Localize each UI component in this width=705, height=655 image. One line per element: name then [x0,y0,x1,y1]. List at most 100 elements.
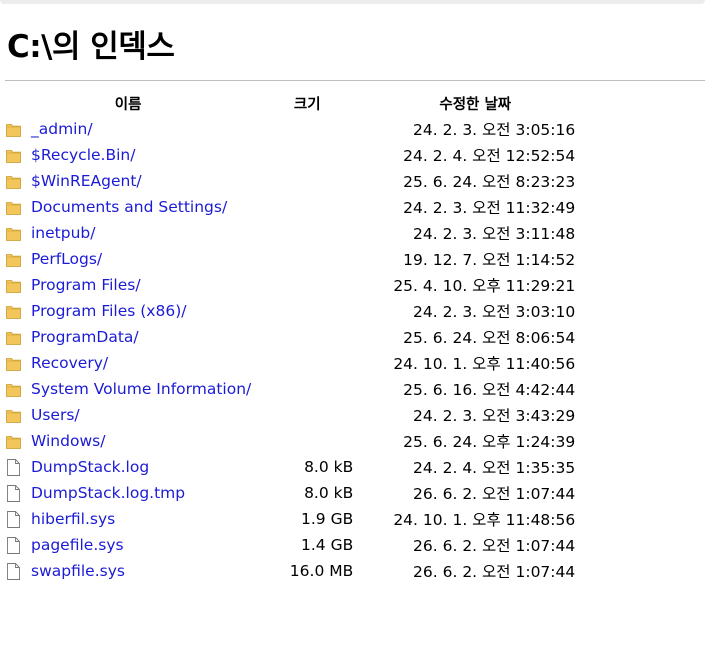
name-cell: Program Files (x86)/ [5,298,251,324]
name-cell: $WinREAgent/ [5,168,251,194]
entry-link[interactable]: ProgramData/ [31,328,139,346]
entry-link[interactable]: Users/ [31,406,80,424]
name-cell: DumpStack.log.tmp [5,480,251,506]
table-row: PerfLogs/19. 12. 7. 오전 1:14:52 [5,246,575,272]
table-row: inetpub/24. 2. 3. 오전 3:11:48 [5,220,575,246]
size-cell [251,246,353,272]
date-cell: 24. 2. 3. 오전 3:05:16 [413,121,576,139]
folder-icon [6,277,21,294]
name-cell-content: $WinREAgent/ [5,172,251,190]
entry-link[interactable]: DumpStack.log.tmp [31,484,185,502]
size-cell [251,376,353,402]
size-cell: 16.0 MB [289,562,354,580]
entry-link[interactable]: $WinREAgent/ [31,172,142,190]
size-cell [251,142,353,168]
name-cell-content: System Volume Information/ [5,380,251,398]
size-cell [251,168,353,194]
name-cell-content: pagefile.sys [5,536,251,554]
name-cell: hiberfil.sys [5,506,251,532]
date-cell: 25. 4. 10. 오후 11:29:21 [393,277,576,295]
date-cell: 24. 10. 1. 오후 11:48:56 [393,511,576,529]
name-cell-content: swapfile.sys [5,562,251,580]
name-cell-content: Program Files (x86)/ [5,302,251,320]
folder-icon [6,121,21,138]
date-cell: 26. 6. 2. 오전 1:07:44 [413,537,576,555]
directory-listing: 이름 크기 수정한 날짜 _admin/24. 2. 3. 오전 3:05:16… [5,90,575,584]
entry-link[interactable]: inetpub/ [31,224,95,242]
name-cell: pagefile.sys [5,532,251,558]
size-cell [251,428,353,454]
folder-icon [6,251,21,268]
size-cell [251,350,353,376]
entry-link[interactable]: pagefile.sys [31,536,124,554]
file-icon [6,484,21,502]
name-cell-content: PerfLogs/ [5,250,251,268]
table-row: Documents and Settings/24. 2. 3. 오전 11:3… [5,194,575,220]
entry-link[interactable]: System Volume Information/ [31,380,251,398]
date-cell: 24. 2. 3. 오전 3:11:48 [413,225,576,243]
name-cell-content: _admin/ [5,120,251,138]
name-cell-content: ProgramData/ [5,328,251,346]
entry-link[interactable]: _admin/ [31,120,93,138]
table-row: Program Files (x86)/ 24. 2. 3. 오전 3:03:10 [5,298,575,324]
name-cell: Program Files/ [5,272,251,298]
folder-icon [6,199,21,216]
table-row: hiberfil.sys 1.9 GB 24. 10. 1. 오후 11:48:56 [5,506,575,532]
column-header-date[interactable]: 수정한 날짜 [353,90,575,116]
name-cell: Recovery/ [5,350,251,376]
name-cell: ProgramData/ [5,324,251,350]
entry-link[interactable]: PerfLogs/ [31,250,102,268]
name-cell: DumpStack.log [5,454,251,480]
table-row: swapfile.sys 16.0 MB 26. 6. 2. 오전 1:07:44 [5,558,575,584]
name-cell-content: Program Files/ [5,276,251,294]
table-row: _admin/24. 2. 3. 오전 3:05:16 [5,116,575,142]
folder-icon [6,433,21,450]
entry-link[interactable]: Recovery/ [31,354,108,372]
entry-link[interactable]: Program Files (x86)/ [31,302,186,320]
table-row: System Volume Information/25. 6. 16. 오전 … [5,376,575,402]
file-icon [6,536,21,554]
date-cell: 25. 6. 24. 오전 8:23:23 [403,173,576,191]
entry-link[interactable]: $Recycle.Bin/ [31,146,135,164]
file-icon [6,562,21,580]
size-cell [251,194,353,220]
name-cell-content: $Recycle.Bin/ [5,146,251,164]
folder-icon [6,407,21,424]
date-cell: 24. 2. 4. 오전 1:35:35 [413,459,576,477]
entry-link[interactable]: DumpStack.log [31,458,149,476]
table-row: Recovery/24. 10. 1. 오후 11:40:56 [5,350,575,376]
table-row: Users/24. 2. 3. 오전 3:43:29 [5,402,575,428]
date-cell: 24. 2. 3. 오전 3:43:29 [413,407,576,425]
name-cell-content: DumpStack.log [5,458,251,476]
column-header-size[interactable]: 크기 [251,90,353,116]
size-cell: 8.0 kB [304,458,354,476]
entry-link[interactable]: hiberfil.sys [31,510,115,528]
column-header-name[interactable]: 이름 [5,90,251,116]
size-cell [251,220,353,246]
table-row: DumpStack.log 8.0 kB 24. 2. 4. 오전 1:35:35 [5,454,575,480]
title-divider [5,80,705,81]
size-cell: 1.4 GB [301,536,354,554]
size-cell [251,116,353,142]
table-row: Program Files/25. 4. 10. 오후 11:29:21 [5,272,575,298]
name-cell: Windows/ [5,428,251,454]
header-row: 이름 크기 수정한 날짜 [5,90,575,116]
table-row: ProgramData/25. 6. 24. 오전 8:06:54 [5,324,575,350]
file-icon [6,458,21,476]
folder-icon [6,225,21,242]
entry-link[interactable]: swapfile.sys [31,562,125,580]
size-cell [251,298,353,324]
date-cell: 24. 2. 3. 오전 3:03:10 [413,303,576,321]
entry-link[interactable]: Documents and Settings/ [31,198,227,216]
name-cell-content: DumpStack.log.tmp [5,484,251,502]
name-cell: Users/ [5,402,251,428]
folder-icon [6,381,21,398]
table-row: Windows/25. 6. 24. 오후 1:24:39 [5,428,575,454]
name-cell: inetpub/ [5,220,251,246]
folder-icon [6,303,21,320]
table-row: $WinREAgent/25. 6. 24. 오전 8:23:23 [5,168,575,194]
name-cell: PerfLogs/ [5,246,251,272]
entry-link[interactable]: Windows/ [31,432,105,450]
entry-link[interactable]: Program Files/ [31,276,141,294]
date-cell: 26. 6. 2. 오전 1:07:44 [413,485,576,503]
